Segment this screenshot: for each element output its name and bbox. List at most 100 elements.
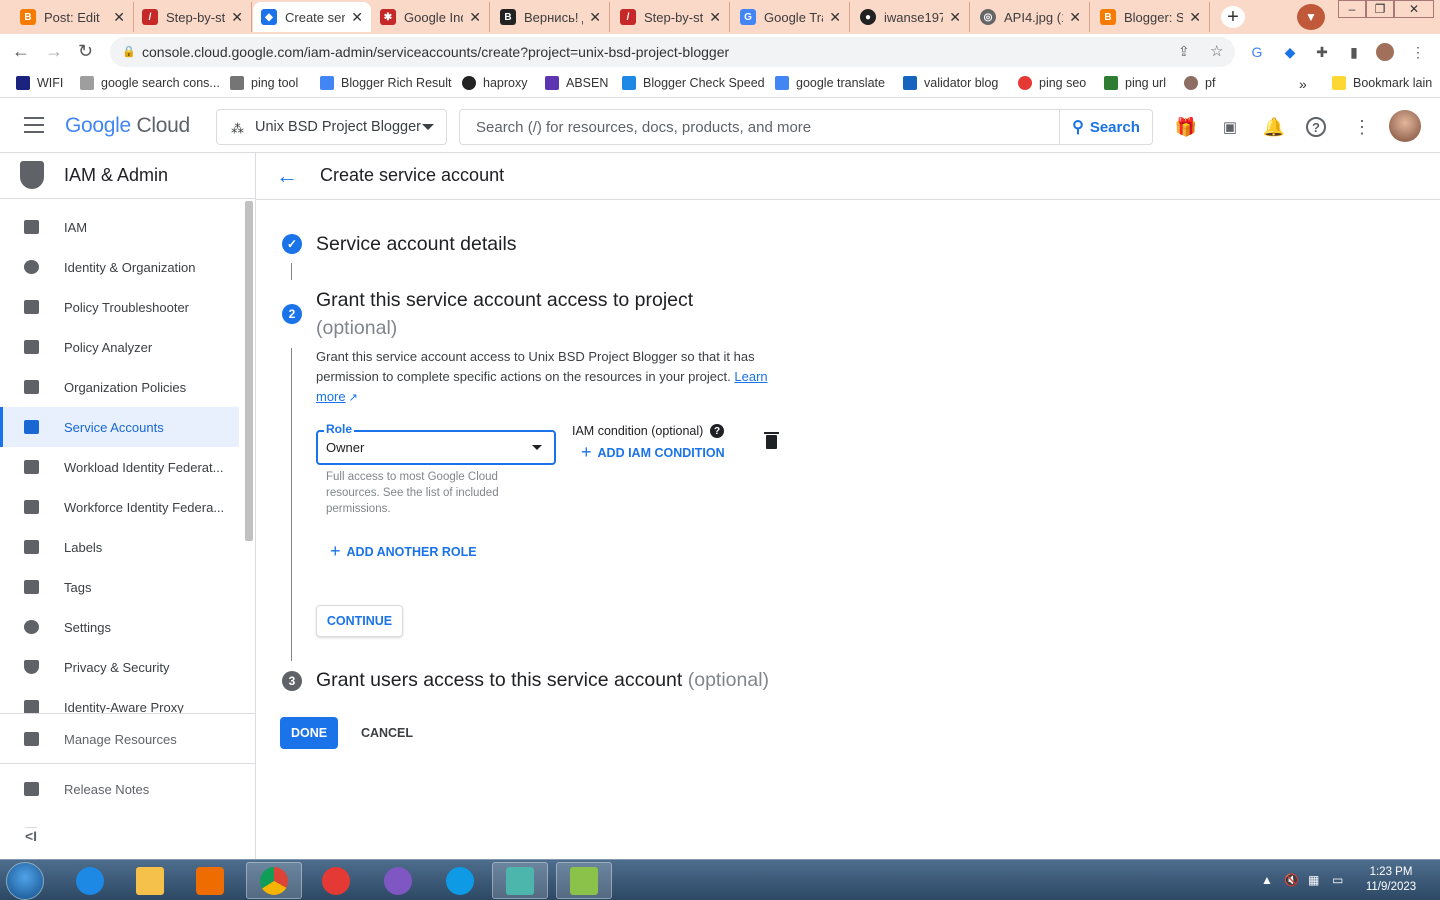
close-tab-icon[interactable]: ✕ [1189, 9, 1201, 26]
sidebar-item-release-notes[interactable]: Release Notes [0, 763, 255, 811]
search-input[interactable] [460, 110, 1060, 144]
bookmark-item[interactable]: Blogger Check Speed [622, 76, 765, 90]
restore-window-button[interactable]: ❐ [1366, 0, 1394, 18]
delete-role-trash-icon[interactable] [764, 432, 779, 449]
sidebar-item-organization-policies[interactable]: Organization Policies [0, 367, 239, 407]
sidepanel-icon[interactable]: ▮ [1345, 43, 1363, 61]
sidebar-item-privacy-security[interactable]: Privacy & Security [0, 647, 239, 687]
browser-tab[interactable]: ✱ Google Ind ✕ [372, 2, 490, 32]
continue-button[interactable]: CONTINUE [316, 605, 403, 637]
sidebar-item-policy-troubleshooter[interactable]: Policy Troubleshooter [0, 287, 239, 327]
bookmark-item[interactable]: google translate [775, 76, 885, 90]
network-icon[interactable]: ▦ [1308, 873, 1319, 887]
collapse-sidebar-button[interactable]: <I [25, 827, 38, 844]
close-tab-icon[interactable]: ✕ [829, 9, 841, 26]
close-tab-icon[interactable]: ✕ [1069, 9, 1081, 26]
sidebar-item-labels[interactable]: Labels [0, 527, 239, 567]
sidebar-item-settings[interactable]: Settings [0, 607, 239, 647]
google-cloud-logo[interactable]: Google Cloud [65, 114, 190, 138]
notifications-bell-icon[interactable]: 🔔 [1262, 115, 1286, 139]
browser-tab[interactable]: ◎ API4.jpg (1 ✕ [972, 2, 1090, 32]
app-taskbar-icon[interactable] [370, 862, 426, 899]
yandex-taskbar-icon[interactable] [308, 862, 364, 899]
address-bar[interactable]: 🔒 console.cloud.google.com/iam-admin/ser… [110, 37, 1235, 67]
media-player-taskbar-icon[interactable] [182, 862, 238, 899]
browser-tab[interactable]: B Post: Edit ✕ [12, 2, 134, 32]
cancel-button[interactable]: CANCEL [350, 717, 424, 749]
chrome-menu-icon[interactable]: ⋮ [1409, 43, 1427, 61]
bookmark-item[interactable]: ping seo [1018, 76, 1086, 90]
more-options-icon[interactable]: ⋮ [1350, 115, 1374, 139]
help-icon[interactable]: ? [1306, 117, 1326, 137]
bookmark-item[interactable]: ABSEN [545, 76, 608, 90]
action-center-icon[interactable]: ▭ [1332, 873, 1343, 887]
internet-explorer-taskbar-icon[interactable] [62, 862, 118, 899]
sidebar-item-workforce-identity[interactable]: Workforce Identity Federa... [0, 487, 239, 527]
bookmark-item[interactable]: validator blog [903, 76, 998, 90]
extension-icon[interactable]: ◆ [1281, 43, 1299, 61]
close-tab-icon[interactable]: ✕ [113, 9, 125, 26]
browser-tab[interactable]: B Blogger: S ✕ [1092, 2, 1210, 32]
chrome-taskbar-icon[interactable] [246, 862, 302, 899]
browser-tab[interactable]: B Вернись! Д ✕ [492, 2, 610, 32]
bookmark-item[interactable]: ping url [1104, 76, 1166, 90]
close-tab-icon[interactable]: ✕ [709, 9, 721, 26]
bookmark-star-icon[interactable]: ☆ [1210, 42, 1223, 60]
close-window-button[interactable]: ✕ [1394, 0, 1434, 18]
bookmark-item[interactable]: WIFI [16, 76, 63, 90]
close-tab-icon[interactable]: ✕ [351, 9, 363, 26]
back-arrow-icon[interactable]: ← [12, 41, 30, 62]
gift-icon[interactable]: 🎁 [1174, 115, 1198, 139]
browser-tab[interactable]: ● iwanse197 ✕ [852, 2, 970, 32]
project-picker[interactable]: ⁂ Unix BSD Project Blogger [216, 109, 447, 145]
forward-arrow-icon[interactable]: → [45, 41, 63, 62]
taskbar-clock[interactable]: 1:23 PM 11/9/2023 [1356, 865, 1426, 895]
reload-icon[interactable]: ↻ [78, 41, 93, 62]
close-tab-icon[interactable]: ✕ [589, 9, 601, 26]
help-question-icon[interactable]: ? [710, 424, 724, 438]
back-arrow-icon[interactable]: ← [276, 163, 298, 189]
bookmark-item[interactable]: pf [1184, 76, 1215, 90]
close-tab-icon[interactable]: ✕ [231, 9, 243, 26]
browser-tab-active[interactable]: ◆ Create ser ✕ [253, 2, 371, 32]
more-bookmarks-button[interactable]: » [1299, 76, 1307, 92]
sidebar-item-identity-organization[interactable]: Identity & Organization [0, 247, 239, 287]
sidebar-item-iam[interactable]: IAM [0, 207, 239, 247]
profile-avatar[interactable] [1376, 43, 1394, 61]
sidebar-scrollbar[interactable] [245, 201, 253, 541]
close-tab-icon[interactable]: ✕ [469, 9, 481, 26]
sidebar-item-service-accounts[interactable]: Service Accounts [0, 407, 239, 447]
bookmark-item[interactable]: google search cons... [80, 76, 220, 90]
search-button[interactable]: ⚲ Search [1059, 110, 1152, 144]
add-iam-condition-button[interactable]: + ADD IAM CONDITION [581, 442, 725, 463]
tab-search-button[interactable]: ▼ [1297, 4, 1325, 30]
done-button[interactable]: DONE [280, 717, 338, 749]
new-tab-button[interactable]: + [1221, 6, 1245, 28]
bookmark-item[interactable]: Blogger Rich Result [320, 76, 451, 90]
sidebar-item-workload-identity[interactable]: Workload Identity Federat... [0, 447, 239, 487]
hamburger-menu-icon[interactable] [24, 117, 44, 133]
windows-start-button[interactable] [6, 862, 44, 900]
close-tab-icon[interactable]: ✕ [949, 9, 961, 26]
minimize-window-button[interactable]: – [1338, 0, 1366, 18]
cloud-shell-icon[interactable]: ▣ [1218, 115, 1242, 139]
user-avatar[interactable] [1389, 110, 1421, 142]
sidebar-item-policy-analyzer[interactable]: Policy Analyzer [0, 327, 239, 367]
volume-muted-icon[interactable]: 🔇 [1284, 873, 1299, 887]
share-icon[interactable]: ⇪ [1178, 43, 1190, 60]
app-taskbar-icon[interactable] [492, 862, 548, 899]
puzzle-icon[interactable]: ✚ [1313, 43, 1331, 61]
app-taskbar-icon[interactable] [556, 862, 612, 899]
bookmark-item[interactable]: haproxy [462, 76, 527, 90]
edge-taskbar-icon[interactable] [432, 862, 488, 899]
tray-expand-icon[interactable]: ▲ [1261, 873, 1273, 887]
bookmark-item[interactable]: ping tool [230, 76, 298, 90]
translate-extension-icon[interactable]: G [1248, 43, 1266, 61]
bookmark-folder[interactable]: Bookmark lain [1332, 76, 1432, 90]
browser-tab[interactable]: / Step-by-st ✕ [612, 2, 730, 32]
browser-tab[interactable]: / Step-by-st ✕ [134, 2, 252, 32]
sidebar-item-tags[interactable]: Tags [0, 567, 239, 607]
add-another-role-button[interactable]: + ADD ANOTHER ROLE [330, 541, 477, 562]
sidebar-item-manage-resources[interactable]: Manage Resources [0, 714, 255, 762]
browser-tab[interactable]: G Google Tra ✕ [732, 2, 850, 32]
